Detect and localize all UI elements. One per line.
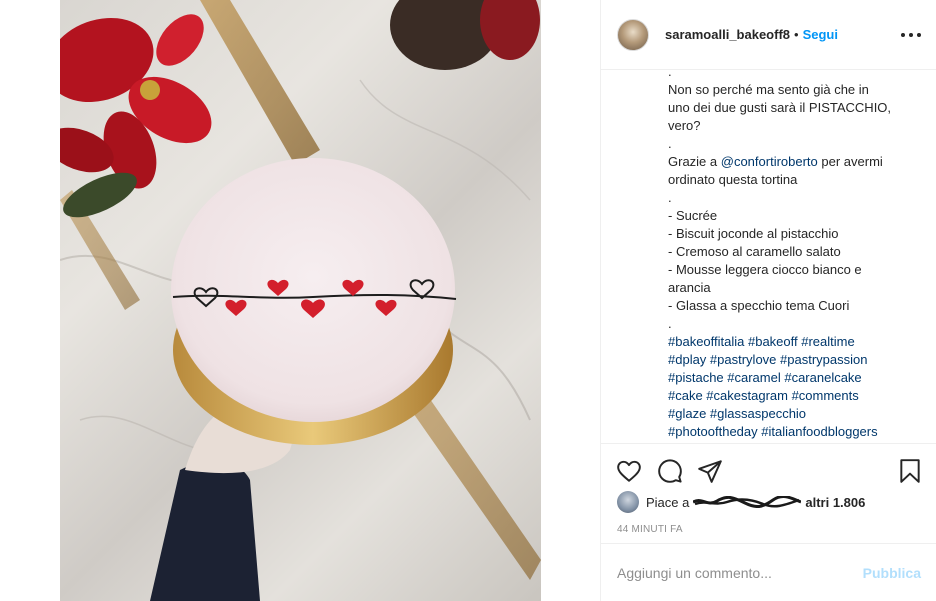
liker-avatar (617, 491, 639, 513)
username-link[interactable]: saramoalli_bakeoff8 (665, 27, 790, 42)
caption-scroll-area[interactable]: . Non so perché ma sento già che in uno … (668, 71, 923, 442)
heart-icon[interactable] (616, 458, 642, 484)
post-timestamp[interactable]: 44 MINUTI FA (617, 524, 683, 535)
hashtag-line[interactable]: #cake #cakestagram #comments (668, 387, 923, 405)
caption-line: . (668, 71, 672, 79)
comment-icon[interactable] (657, 458, 683, 484)
avatar[interactable] (617, 18, 649, 51)
hashtag-line[interactable]: #bakeoffitalia #bakeoff #realtime (668, 333, 923, 351)
caption-line: . (668, 316, 672, 331)
comment-input[interactable] (617, 564, 863, 581)
share-icon[interactable] (697, 458, 723, 484)
caption-line: ordinato questa tortina (668, 172, 798, 187)
hashtag-line[interactable]: #photooftheday #italianfoodbloggers (668, 423, 923, 441)
likes-count: altri 1.806 (805, 494, 866, 510)
post-actions: Piace a altri 1.806 44 MINUTI FA (601, 443, 936, 543)
caption-text: Grazie a (668, 154, 721, 169)
caption-line: . (668, 190, 672, 205)
likes-summary[interactable]: Piace a altri 1.806 (617, 491, 865, 513)
hashtag-line[interactable]: #pistache #caramel #caranelcake (668, 369, 923, 387)
caption-line: Non so perché ma sento già che in (668, 82, 869, 97)
caption-line: . (668, 136, 672, 151)
publish-button[interactable]: Pubblica (863, 565, 921, 581)
caption-text: per avermi (817, 154, 883, 169)
separator-dot: • (794, 27, 799, 42)
caption-line: - Cremoso al caramello salato (668, 244, 841, 259)
comment-form: Pubblica (601, 543, 936, 601)
caption-line-mention: Grazie a @confortiroberto per avermi (668, 153, 923, 171)
more-options-icon[interactable] (901, 26, 921, 44)
poinsettia (60, 14, 212, 218)
bookmark-icon[interactable] (897, 458, 923, 484)
caption-line: arancia (668, 280, 711, 295)
caption-line: - Mousse leggera ciocco bianco e (668, 262, 862, 277)
caption-line: - Sucrée (668, 208, 718, 223)
hashtag-line[interactable]: #dplay #pastrylove #pastrypassion (668, 351, 923, 369)
post-side-panel: saramoalli_bakeoff8 • Segui . Non so per… (600, 0, 936, 601)
cake-photo-illustration (60, 0, 541, 601)
caption-line: - Glassa a specchio tema Cuori (668, 298, 850, 313)
post-header: saramoalli_bakeoff8 • Segui (601, 0, 936, 70)
hashtag-line[interactable]: #glaze #glassaspecchio (668, 405, 923, 423)
mention-link[interactable]: @confortiroberto (721, 154, 818, 169)
caption-line: - Biscuit joconde al pistacchio (668, 226, 839, 241)
post-photo[interactable] (60, 0, 541, 601)
follow-button[interactable]: Segui (803, 27, 838, 42)
caption-line: uno dei due gusti sarà il PISTACCHIO, (668, 100, 892, 115)
redacted-scribble (693, 496, 802, 508)
likes-prefix: Piace a (646, 494, 690, 510)
caption-line: vero? (668, 118, 701, 133)
